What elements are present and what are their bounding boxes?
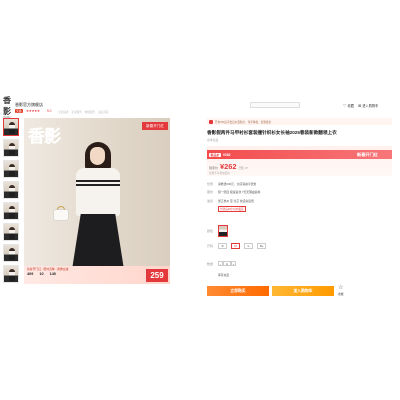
buy-now-button[interactable]: 立即购买	[207, 286, 269, 296]
tmall-badge: 天猫	[15, 109, 23, 113]
color-row-label: 颜色	[207, 229, 214, 233]
size-option-m[interactable]: M	[231, 243, 240, 249]
promo-price: 259	[146, 269, 168, 282]
nav-link-service[interactable]: 卖家服务	[71, 110, 81, 114]
promo-number: 140	[49, 272, 56, 276]
add-to-cart-button[interactable]: 加入购物车	[272, 286, 334, 296]
image-promo-strip: 新春开门红 · 限时直降 · 叠券立减 409 10 140 259	[24, 266, 170, 284]
image-new-tag: 新春开门红	[142, 122, 168, 130]
sold-count: 已售 37	[238, 166, 248, 170]
price-note: 优惠不可叠加使用	[209, 172, 230, 175]
size-row-label: 尺码	[207, 244, 214, 248]
enter-cart-button[interactable]: ⊞ 进入购物车	[358, 103, 378, 108]
nav-link-desc[interactable]: 宝贝描述	[58, 110, 68, 114]
thumbnail[interactable]	[3, 118, 19, 136]
thumbnail[interactable]	[3, 160, 19, 178]
knit-stripe	[76, 180, 120, 182]
model-face	[90, 147, 105, 165]
promo-row: 优惠 满券送200元，全店满减享优惠	[207, 182, 256, 186]
star-icon: ☆	[338, 285, 344, 291]
thumbnail[interactable]	[3, 181, 19, 199]
qty-input[interactable]: 1	[223, 261, 231, 266]
stock-row: 库存充足	[207, 273, 229, 277]
thumbnail[interactable]	[3, 139, 19, 157]
promo-line: 新春开门红 · 限时直降 · 叠券立减	[27, 267, 69, 271]
size-option-xl[interactable]: XL	[257, 243, 266, 249]
quantity-stepper: − 1 +	[218, 261, 236, 266]
store-logo[interactable]: 香影 XIANG YING	[3, 95, 13, 122]
price-banner-text: 新春开门红	[357, 151, 378, 157]
favorite-button[interactable]: ☆ 收藏	[338, 285, 344, 296]
final-price-row: 到手价 ¥262 已售 37	[209, 162, 248, 171]
store-name[interactable]: 香影官方旗舰店	[15, 102, 43, 108]
shipping-row-text: 浙江杭州 至 北京 快递免运费	[218, 199, 254, 203]
favorite-label: 收藏	[338, 292, 344, 296]
product-title: 香影假两件马甲衬衫套装撞针织衫女长袖2025春装新款翻领上衣	[207, 130, 337, 135]
final-price: ¥262	[220, 162, 237, 171]
favorite-store-label: 收藏	[347, 104, 354, 108]
size-option-l[interactable]: L	[244, 243, 253, 249]
image-brand-mark: 香影	[28, 127, 61, 147]
vip-notice-text: 开启VIP后享会员价及积分、专享特权、优惠更多	[215, 120, 272, 124]
price-label: 到手价	[209, 166, 219, 170]
shipping-note: 付款后48小时内发货	[218, 206, 246, 212]
enter-cart-label: 进入购物车	[362, 104, 379, 108]
model-top	[76, 168, 120, 216]
thumbnail-list	[3, 118, 21, 286]
color-option[interactable]	[218, 225, 228, 237]
thumbnail[interactable]	[3, 223, 19, 241]
promo-number: 10	[39, 272, 44, 276]
promo-number: 409	[27, 272, 34, 276]
price-tag: 新品价	[209, 152, 222, 157]
handbag	[54, 210, 68, 220]
knit-stripe	[76, 184, 120, 186]
size-row: 尺码 S M L XL	[207, 243, 266, 249]
promo-row-text[interactable]: 满券送200元，全店满减享优惠	[218, 182, 256, 186]
quantity-row: 数量 − 1 +	[207, 261, 236, 266]
qty-plus-button[interactable]: +	[231, 261, 236, 266]
price-tag-value: ¥282	[223, 152, 231, 157]
price-banner: 新品价 ¥282 新春开门红	[207, 150, 392, 159]
shipping-note-row: 付款后48小时内发货	[218, 206, 246, 212]
quantity-row-label: 数量	[207, 261, 214, 266]
promo-numbers: 409 10 140	[27, 272, 56, 276]
store-nav: 宝贝描述 卖家服务 物流服务 进店逛逛	[58, 110, 109, 114]
shipping-row: 发货 浙江杭州 至 北京 快递免运费	[207, 199, 254, 203]
store-score: 5.0	[47, 109, 52, 113]
vip-notice[interactable]: 开启VIP后享会员价及积分、专享特权、优惠更多	[207, 118, 392, 125]
thumbnail[interactable]	[3, 265, 19, 283]
nav-link-store[interactable]: 进店逛逛	[98, 110, 108, 114]
stock-text: 库存充足	[218, 273, 230, 277]
color-row: 颜色	[207, 225, 228, 237]
shipping-row-label: 发货	[207, 199, 214, 203]
cart-icon: ⊞	[357, 103, 362, 108]
search-input[interactable]	[250, 102, 300, 108]
header-actions: ♡ 收藏 ⊞ 进入购物车	[343, 103, 378, 108]
service-row-label: 服务	[207, 190, 214, 194]
logo-mark: 香影	[3, 95, 11, 116]
vip-icon	[209, 119, 213, 124]
thumbnail[interactable]	[3, 202, 19, 220]
search-area	[250, 102, 300, 108]
price-panel: 新品价 ¥282 新春开门红 到手价 ¥262 已售 37 优惠不可叠加使用	[207, 146, 392, 176]
nav-link-logistics[interactable]: 物流服务	[85, 110, 95, 114]
heart-icon: ♡	[343, 103, 347, 108]
rating-stars: ★★★★★	[26, 108, 40, 113]
favorite-store-button[interactable]: ♡ 收藏	[343, 103, 354, 108]
main-product-image[interactable]: 香影 新春开门红 新春开门红 · 限时直降 · 叠券立减 409 10 140 …	[24, 118, 170, 284]
promo-row-label: 优惠	[207, 182, 214, 186]
size-option-s[interactable]: S	[218, 243, 227, 249]
product-subtitle: 春季新品	[207, 138, 219, 142]
thumbnail[interactable]	[3, 244, 19, 262]
service-row-text[interactable]: 假一赔四 极速退款 7天无理由退换	[218, 190, 260, 194]
service-row: 服务 假一赔四 极速退款 7天无理由退换	[207, 190, 260, 194]
